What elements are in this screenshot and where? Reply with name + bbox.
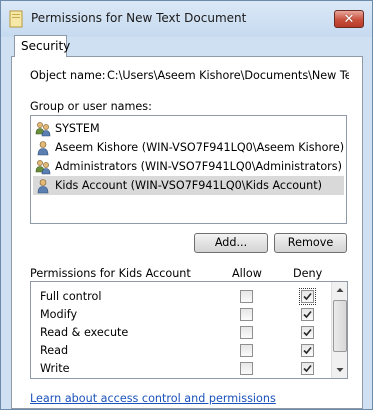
permissions-header: Permissions for Kids Account: [30, 267, 191, 280]
deny-checkbox[interactable]: [301, 326, 314, 339]
list-item-aseem-kishore[interactable]: Aseem Kishore (WIN-VSO7F941LQ0\Aseem Kis…: [33, 138, 344, 157]
permission-row-read: Read: [31, 341, 331, 359]
group-names-label: Group or user names:: [30, 100, 152, 113]
allow-header: Allow: [232, 267, 262, 280]
list-item-label: Aseem Kishore (WIN-VSO7F941LQ0\Aseem Kis…: [55, 141, 345, 154]
list-item-label: SYSTEM: [55, 122, 100, 135]
permission-row-modify: Modify: [31, 305, 331, 323]
user-icon: [37, 141, 49, 156]
tab-security[interactable]: Security: [14, 35, 71, 57]
permission-row-write: Write: [31, 359, 331, 377]
permissions-dialog: Permissions for New Text Document ✕ Secu…: [0, 0, 373, 410]
allow-checkbox[interactable]: [240, 326, 253, 339]
object-name-label: Object name:: [30, 69, 106, 82]
permission-name: Write: [40, 362, 70, 375]
object-name-value: C:\Users\Aseem Kishore\Documents\New Tex…: [107, 69, 349, 82]
add-button[interactable]: Add...: [194, 233, 268, 253]
checkmark-icon: [303, 310, 312, 319]
users-group-icon: [35, 122, 51, 137]
permission-name: Read: [40, 344, 69, 357]
deny-checkbox[interactable]: [301, 308, 314, 321]
allow-checkbox[interactable]: [240, 308, 253, 321]
deny-checkbox[interactable]: [301, 344, 314, 357]
scroll-up-arrow-icon[interactable]: [332, 282, 348, 298]
list-item-system[interactable]: SYSTEM: [33, 119, 344, 138]
scrollbar-thumb[interactable]: [333, 300, 347, 352]
allow-checkbox[interactable]: [240, 362, 253, 375]
title-bar[interactable]: Permissions for New Text Document ✕: [1, 1, 372, 37]
permission-row-read-execute: Read & execute: [31, 323, 331, 341]
list-item-kids-account[interactable]: Kids Account (WIN-VSO7F941LQ0\Kids Accou…: [33, 176, 344, 195]
checkmark-icon: [303, 328, 312, 337]
scroll-down-arrow-icon[interactable]: [332, 362, 348, 378]
list-item-label: Administrators (WIN-VSO7F941LQ0\Administ…: [55, 160, 342, 173]
checkmark-icon: [303, 346, 312, 355]
folder-document-icon: [9, 10, 23, 28]
allow-checkbox[interactable]: [240, 290, 253, 303]
users-group-icon: [35, 160, 51, 175]
checkmark-icon: [303, 292, 312, 301]
close-button[interactable]: ✕: [334, 10, 364, 28]
list-item-administrators[interactable]: Administrators (WIN-VSO7F941LQ0\Administ…: [33, 157, 344, 176]
permissions-list: Full control Modify Read & execute Read: [30, 281, 348, 379]
allow-checkbox[interactable]: [240, 344, 253, 357]
deny-checkbox[interactable]: [301, 362, 314, 375]
deny-checkbox[interactable]: [299, 288, 316, 305]
deny-header: Deny: [293, 267, 323, 280]
permission-name: Full control: [40, 290, 102, 303]
permission-name: Read & execute: [40, 326, 129, 339]
user-icon: [37, 179, 49, 194]
access-control-help-link[interactable]: Learn about access control and permissio…: [30, 392, 276, 405]
permission-name: Modify: [40, 308, 78, 321]
group-user-list[interactable]: SYSTEM Aseem Kishore (WIN-VSO7F941LQ0\As…: [30, 115, 347, 224]
window-title: Permissions for New Text Document: [31, 11, 247, 25]
tab-security-label: Security: [21, 39, 71, 53]
close-icon: ✕: [343, 11, 355, 27]
permissions-scrollbar[interactable]: [331, 282, 348, 378]
list-item-label: Kids Account (WIN-VSO7F941LQ0\Kids Accou…: [55, 179, 322, 192]
permission-row-full-control: Full control: [31, 287, 331, 305]
checkmark-icon: [303, 364, 312, 373]
remove-button[interactable]: Remove: [274, 233, 347, 253]
